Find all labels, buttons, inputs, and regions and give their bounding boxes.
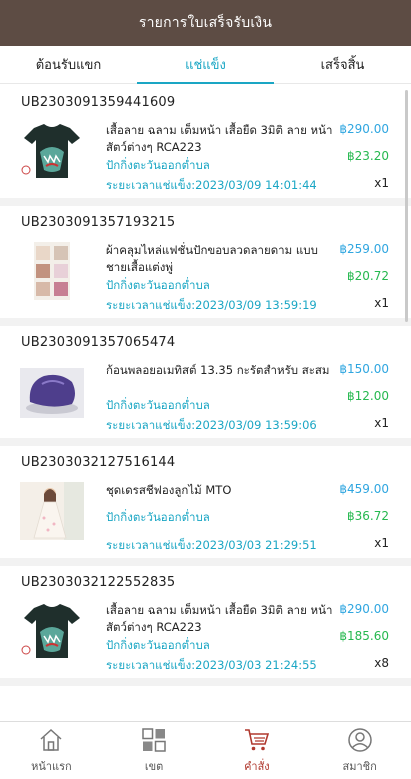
top-bar: รายการใบเสร็จรับเงิน	[0, 0, 411, 46]
product-thumbnail-shark-shirt	[21, 124, 80, 178]
nav-zone[interactable]: เขต	[103, 722, 206, 779]
product-name: ผ้าคลุมไหล่แฟชั่นปักขอบลวดลายดาม แบบ ชาย…	[106, 243, 318, 274]
tab-frozen[interactable]: แช่แข็ง	[137, 46, 274, 84]
tab-completed[interactable]: เสร็จสิ้น	[274, 46, 411, 83]
scrollbar[interactable]	[405, 90, 408, 322]
product-price: ฿259.00	[339, 242, 389, 256]
tab-bar: ต้อนรับแขก แช่แข็ง เสร็จสิ้น	[0, 46, 411, 84]
product-name: เสื้อลาย ฉลาม เต็มหน้า เสื้อยืด 3มิติ ลา…	[106, 123, 333, 154]
nav-orders-label: คำสั่ง	[244, 759, 270, 773]
order-id: UB2303032127516144	[21, 455, 176, 470]
product-thumbnail-shark-shirt	[21, 604, 80, 658]
page-title: รายการใบเสร็จรับเงิน	[138, 15, 273, 31]
shipping-location: ปักกิ่งตะวันออกต่ำบล	[106, 398, 210, 412]
tab-welcome[interactable]: ต้อนรับแขก	[0, 46, 137, 83]
nav-zone-label: เขต	[144, 759, 164, 773]
freeze-time: ระยะเวลาแช่แข็ง:2023/03/03 21:29:51	[106, 538, 317, 552]
product-price: ฿150.00	[339, 362, 389, 376]
nav-member-label: สมาชิก	[342, 759, 377, 773]
order-card[interactable]: UB2303091359441609 เสื้อลาย ฉลาม เต็มหน้…	[0, 86, 411, 206]
order-card[interactable]: UB2303032127516144 ชุดเดรสชีฟองลูกไม้ MT…	[0, 446, 411, 566]
commission-amount: ฿36.72	[347, 509, 389, 523]
shipping-location: ปักกิ่งตะวันออกต่ำบล	[106, 510, 210, 524]
grid-icon	[142, 727, 166, 752]
shipping-location: ปักกิ่งตะวันออกต่ำบล	[106, 158, 210, 172]
shipping-location: ปักกิ่งตะวันออกต่ำบล	[106, 638, 210, 652]
user-icon	[347, 727, 372, 752]
commission-amount: ฿23.20	[347, 149, 389, 163]
commission-amount: ฿185.60	[339, 629, 389, 643]
shipping-location: ปักกิ่งตะวันออกต่ำบล	[106, 278, 210, 292]
nav-home-label: หน้าแรก	[31, 759, 72, 773]
freeze-time: ระยะเวลาแช่แข็ง:2023/03/03 21:24:55	[106, 658, 317, 672]
product-thumbnail-amethyst	[20, 368, 84, 418]
order-card[interactable]: UB2303032122552835 เสื้อลาย ฉลาม เต็มหน้…	[0, 566, 411, 686]
quantity: x1	[374, 296, 389, 310]
commission-amount: ฿20.72	[347, 269, 389, 283]
product-thumbnail-shawl	[34, 242, 70, 300]
quantity: x1	[374, 416, 389, 430]
product-thumbnail-dress	[20, 482, 84, 540]
order-card[interactable]: UB2303091357065474 ก้อนพลอยอเมทิสต์ 13.3…	[0, 326, 411, 446]
product-price: ฿459.00	[339, 482, 389, 496]
quantity: x1	[374, 536, 389, 550]
quantity: x8	[374, 656, 389, 670]
home-icon	[40, 728, 62, 751]
freeze-time: ระยะเวลาแช่แข็ง:2023/03/09 13:59:06	[106, 418, 317, 432]
product-name: เสื้อลาย ฉลาม เต็มหน้า เสื้อยืด 3มิติ ลา…	[106, 603, 333, 634]
product-price: ฿290.00	[339, 602, 389, 616]
product-name: ชุดเดรสชีฟองลูกไม้ MTO	[106, 483, 232, 497]
order-id: UB2303091357193215	[21, 215, 176, 230]
freeze-time: ระยะเวลาแช่แข็ง:2023/03/09 14:01:44	[106, 178, 317, 192]
freeze-time: ระยะเวลาแช่แข็ง:2023/03/09 13:59:19	[106, 298, 317, 312]
order-id: UB2303032122552835	[21, 575, 176, 590]
bottom-navigation: หน้าแรก เขต คำสั่ง สมาชิก	[0, 721, 411, 779]
cart-icon	[244, 728, 269, 750]
nav-home[interactable]: หน้าแรก	[0, 722, 103, 779]
product-name: ก้อนพลอยอเมทิสต์ 13.35 กะรัตสำหรับ สะสม	[106, 363, 330, 377]
commission-amount: ฿12.00	[347, 389, 389, 403]
quantity: x1	[374, 176, 389, 190]
order-list[interactable]: UB2303091359441609 เสื้อลาย ฉลาม เต็มหน้…	[0, 86, 411, 721]
nav-orders[interactable]: คำสั่ง	[206, 722, 309, 779]
product-price: ฿290.00	[339, 122, 389, 136]
order-id: UB2303091359441609	[21, 95, 176, 110]
order-id: UB2303091357065474	[21, 335, 176, 350]
nav-member[interactable]: สมาชิก	[308, 722, 411, 779]
order-card[interactable]: UB2303091357193215 ผ้าคลุมไหล่แฟชั่นปักข…	[0, 206, 411, 326]
